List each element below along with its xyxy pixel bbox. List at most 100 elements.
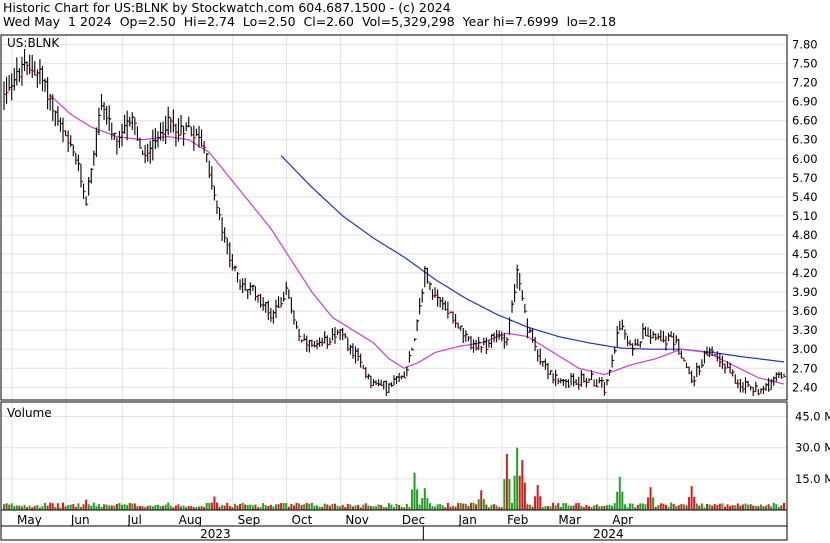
volume-bar: [149, 505, 152, 510]
volume-bar: [380, 504, 383, 510]
volume-bar: [544, 506, 547, 510]
volume-bar: [721, 503, 724, 510]
volume-bar: [605, 505, 608, 510]
volume-bar: [226, 502, 229, 510]
volume-bar: [331, 504, 334, 510]
volume-bar: [241, 502, 244, 510]
volume-bar: [708, 504, 711, 510]
volume-bar: [639, 503, 642, 510]
volume-bar: [236, 505, 239, 510]
volume-bar: [652, 497, 655, 510]
volume-tick-label: 45.0 M: [795, 410, 830, 424]
volume-bar: [92, 502, 95, 510]
volume-bar: [5, 503, 8, 510]
volume-bar: [546, 506, 549, 510]
volume-bar: [164, 504, 167, 510]
volume-bar: [187, 506, 190, 510]
volume-bar: [62, 502, 65, 510]
volume-bar: [493, 504, 496, 510]
volume-bar: [298, 503, 301, 510]
volume-pane-title: Volume: [7, 406, 52, 420]
volume-bar: [464, 503, 467, 510]
volume-bar: [110, 505, 113, 510]
volume-bar: [690, 486, 693, 510]
volume-bar: [18, 505, 21, 510]
volume-bar: [87, 504, 90, 510]
volume-bar: [457, 503, 460, 510]
chart-frames: [0, 34, 788, 541]
volume-bar: [113, 505, 116, 510]
volume-bar: [731, 505, 734, 510]
volume-bar: [405, 503, 408, 510]
volume-bar: [69, 504, 72, 510]
volume-bar: [280, 503, 283, 510]
volume-tick-label: 30.0 M: [795, 441, 830, 455]
volume-bar: [367, 505, 370, 510]
volume-bar: [523, 482, 526, 510]
price-tick-label: 5.70: [792, 171, 818, 185]
volume-bar: [680, 504, 683, 510]
volume-bar: [341, 504, 344, 510]
volume-bar: [103, 504, 106, 510]
month-tick-label: Dec: [402, 513, 425, 527]
price-tick-label: 7.80: [792, 38, 818, 52]
volume-bar: [395, 503, 398, 510]
price-tick-label: 6.60: [792, 114, 818, 128]
volume-bar: [454, 506, 457, 510]
volume-bar: [351, 506, 354, 510]
volume-bar: [182, 505, 185, 510]
volume-bar: [439, 504, 442, 510]
volume-bar: [67, 505, 70, 510]
volume-bar: [357, 504, 360, 510]
volume-bar: [629, 503, 632, 510]
volume-bar: [518, 475, 521, 510]
volume-bar: [762, 506, 765, 510]
month-tick-label: Nov: [345, 513, 368, 527]
volume-bar: [552, 502, 555, 510]
month-tick-label: Jul: [126, 513, 141, 527]
volume-bar: [128, 502, 131, 510]
volume-bar: [49, 502, 52, 510]
volume-bar: [505, 453, 508, 510]
volume-bar: [521, 460, 524, 510]
volume-bar: [567, 505, 570, 510]
volume-bar: [513, 475, 516, 510]
price-tick-label: 2.70: [792, 361, 818, 375]
volume-bar: [308, 503, 311, 510]
chart-grid: [1, 35, 787, 510]
volume-bar: [162, 505, 165, 510]
volume-bar: [303, 504, 306, 510]
volume-bar: [221, 505, 224, 510]
volume-bar: [772, 502, 775, 510]
volume-bar: [398, 504, 401, 510]
volume-bar: [649, 487, 652, 510]
price-tick-label: 3.00: [792, 342, 818, 356]
volume-pane-frame: [0, 401, 788, 511]
volume-bar: [672, 503, 675, 510]
price-tick-label: 4.50: [792, 247, 818, 261]
volume-bar: [757, 506, 760, 510]
volume-bar: [56, 503, 59, 510]
volume-bar: [716, 504, 719, 510]
volume-bar: [138, 505, 141, 510]
year-label: 2024: [593, 527, 624, 541]
volume-bar: [323, 503, 326, 510]
volume-bar: [749, 504, 752, 510]
volume-bar: [577, 502, 580, 510]
volume-bar: [662, 503, 665, 510]
volume-bar: [767, 504, 770, 510]
volume-bar: [608, 504, 611, 510]
volume-bar: [657, 505, 660, 510]
price-tick-label: 4.80: [792, 228, 818, 242]
volume-bar: [223, 505, 226, 510]
volume-bar: [336, 505, 339, 510]
volume-bar: [123, 504, 126, 510]
volume-bar: [108, 505, 111, 510]
month-tick-label: Sep: [238, 513, 261, 527]
month-tick-label: May: [17, 513, 42, 527]
volume-bar: [136, 506, 139, 510]
volume-bar: [598, 506, 601, 510]
month-tick-label: Mar: [558, 513, 581, 527]
volume-bar: [264, 505, 267, 510]
volume-bar: [44, 502, 47, 510]
